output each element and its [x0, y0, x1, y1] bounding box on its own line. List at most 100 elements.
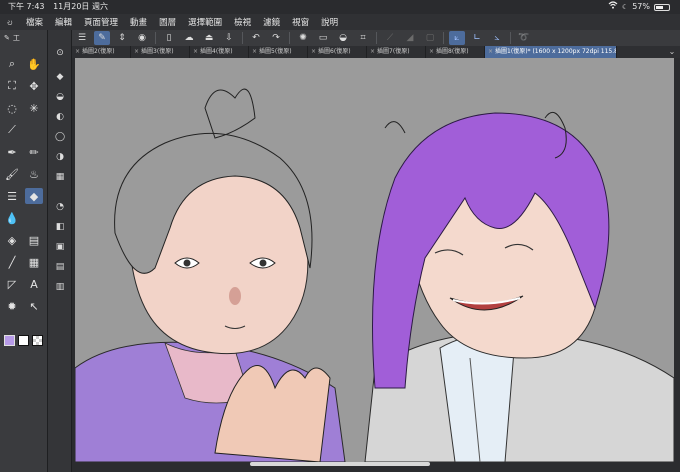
divider [510, 32, 511, 44]
drawing-canvas[interactable] [75, 58, 674, 462]
divider [289, 32, 290, 44]
close-icon[interactable]: × [252, 46, 257, 58]
blend-tool-icon[interactable]: 💧 [3, 210, 21, 226]
close-icon[interactable]: × [370, 46, 375, 58]
frame-icon[interactable]: ▢ [422, 31, 438, 45]
menu-page-manage[interactable]: 頁面管理 [78, 16, 124, 28]
menu-file[interactable]: 檔案 [20, 16, 49, 28]
brush-size-icon[interactable]: ◯ [52, 130, 68, 144]
text-tool-icon[interactable]: A [25, 276, 43, 292]
stabilizer-2-icon[interactable]: ∟ [469, 31, 485, 45]
chevron-down-icon[interactable]: ⌄ [664, 46, 680, 58]
close-icon[interactable]: × [134, 46, 139, 58]
color-set-icon[interactable]: ▦ [52, 170, 68, 184]
ruler-tool-icon[interactable]: ◸ [3, 276, 21, 292]
menu-view[interactable]: 檢視 [228, 16, 257, 28]
airbrush-tool-icon[interactable]: ♨ [25, 166, 43, 182]
layer-property-icon[interactable]: ◔ [52, 200, 68, 214]
fill-icon[interactable]: ◒ [335, 31, 351, 45]
close-icon[interactable]: × [429, 46, 434, 58]
stabilizer-3-icon[interactable]: ⦣ [489, 31, 505, 45]
tab-canvas[interactable]: × 插圖6(復原) [308, 46, 367, 58]
frame-tool-icon[interactable]: ▦ [25, 254, 43, 270]
menu-layer[interactable]: 圖層 [153, 16, 182, 28]
tab-canvas[interactable]: × 插圖3(復原) [131, 46, 190, 58]
fill-sub-icon[interactable]: ◒ [52, 90, 68, 104]
eraser-tool-icon[interactable]: ◆ [25, 188, 43, 204]
close-icon[interactable]: × [311, 46, 316, 58]
tone-icon[interactable]: ◢ [402, 31, 418, 45]
transparent-color-swatch[interactable] [32, 335, 43, 346]
fill-tool-icon[interactable]: ◈ [3, 232, 21, 248]
menu-edit[interactable]: 編輯 [49, 16, 78, 28]
close-icon[interactable]: × [75, 46, 80, 58]
navigator-icon[interactable]: ▣ [52, 240, 68, 254]
tool-palette-label: 工 [12, 34, 20, 42]
stabilizer-1-icon[interactable]: ⟀ [449, 31, 465, 45]
menu-animation[interactable]: 動畫 [124, 16, 153, 28]
new-file-icon[interactable]: ▯ [161, 31, 177, 45]
tab-canvas[interactable]: × 插圖4(復原) [190, 46, 249, 58]
tab-label: 插圖7(復原) [377, 48, 410, 55]
tab-canvas[interactable]: × 插圖8(復原) [426, 46, 485, 58]
layer-icon[interactable]: ⊙ [52, 46, 68, 60]
wifi-icon [608, 0, 618, 14]
ruler-off-icon[interactable]: ⟋ [382, 31, 398, 45]
lasso-icon[interactable]: ➰ [516, 31, 532, 45]
menu-window[interactable]: 視窗 [286, 16, 315, 28]
status-bar: 下午 7:43 11月20日 週六 ☾ 57% [0, 0, 680, 14]
lasso-select-icon[interactable]: ◌ [3, 100, 21, 116]
tab-label: 插圖1(復原)* (1600 x 1200px 72dpi 115.8%) [495, 48, 617, 55]
divider [443, 32, 444, 44]
sub-color-swatch[interactable] [18, 335, 29, 346]
brush-tool-icon[interactable]: 🖌 [3, 166, 21, 182]
updown-icon[interactable]: ⇕ [114, 31, 130, 45]
pen-tool-icon[interactable]: ✎ [94, 31, 110, 45]
color-wheel-icon[interactable]: ◑ [52, 150, 68, 164]
tab-canvas[interactable]: × 插圖2(復原) [72, 46, 131, 58]
pen-icon: ✎ [4, 34, 10, 42]
zoom-tool-icon[interactable]: ⌕ [3, 56, 21, 72]
correct-line-tool-icon[interactable]: ↖ [25, 298, 43, 314]
balloon-tool-icon[interactable]: ✹ [3, 298, 21, 314]
magic-wand-icon[interactable]: ✳ [25, 100, 43, 116]
tab-canvas[interactable]: × 插圖7(復原) [367, 46, 426, 58]
move-tool-icon[interactable]: ✥ [25, 78, 43, 94]
pen-tool-icon[interactable]: ✒ [3, 144, 21, 160]
home-indicator[interactable] [250, 462, 430, 466]
tab-label: 插圖5(復原) [259, 48, 292, 55]
main-color-swatch[interactable] [4, 335, 15, 346]
material-icon[interactable]: ▤ [52, 260, 68, 274]
hand-tool-icon[interactable]: ✋ [25, 56, 43, 72]
eraser-sub-icon[interactable]: ◆ [52, 70, 68, 84]
gradient-tool-icon[interactable]: ▤ [25, 232, 43, 248]
close-icon[interactable]: × [488, 46, 493, 58]
menu-filter[interactable]: 濾鏡 [257, 16, 286, 28]
app-logo-icon[interactable]: ဎ [0, 15, 20, 30]
close-icon[interactable]: × [193, 46, 198, 58]
layer-list-icon[interactable]: ◧ [52, 220, 68, 234]
menu-selection[interactable]: 選擇範圍 [182, 16, 228, 28]
status-left: 下午 7:43 11月20日 週六 [8, 0, 108, 14]
history-icon[interactable]: ▥ [52, 280, 68, 294]
decoration-tool-icon[interactable]: ☰ [3, 188, 21, 204]
export-icon[interactable]: ⇩ [221, 31, 237, 45]
operation-tool-icon[interactable]: ⛶ [3, 78, 21, 94]
eyedropper-icon[interactable]: ⟋ [3, 122, 21, 138]
tab-canvas-active[interactable]: × 插圖1(復原)* (1600 x 1200px 72dpi 115.8%) [485, 46, 617, 58]
divider [155, 32, 156, 44]
record-icon[interactable]: ◉ [134, 31, 150, 45]
pencil-tool-icon[interactable]: ✏ [25, 144, 43, 160]
clear-icon[interactable]: ▭ [315, 31, 331, 45]
redo-icon[interactable]: ↷ [268, 31, 284, 45]
transform-icon[interactable]: ⌗ [355, 31, 371, 45]
line-tool-icon[interactable]: ╱ [3, 254, 21, 270]
tab-canvas[interactable]: × 插圖5(復原) [249, 46, 308, 58]
deselect-icon[interactable]: ✺ [295, 31, 311, 45]
cloud-icon[interactable]: ☁ [181, 31, 197, 45]
undo-icon[interactable]: ↶ [248, 31, 264, 45]
blend-sub-icon[interactable]: ◐ [52, 110, 68, 124]
menu-help[interactable]: 說明 [315, 16, 344, 28]
hamburger-menu-icon[interactable]: ☰ [74, 31, 90, 45]
save-icon[interactable]: ⏏ [201, 31, 217, 45]
